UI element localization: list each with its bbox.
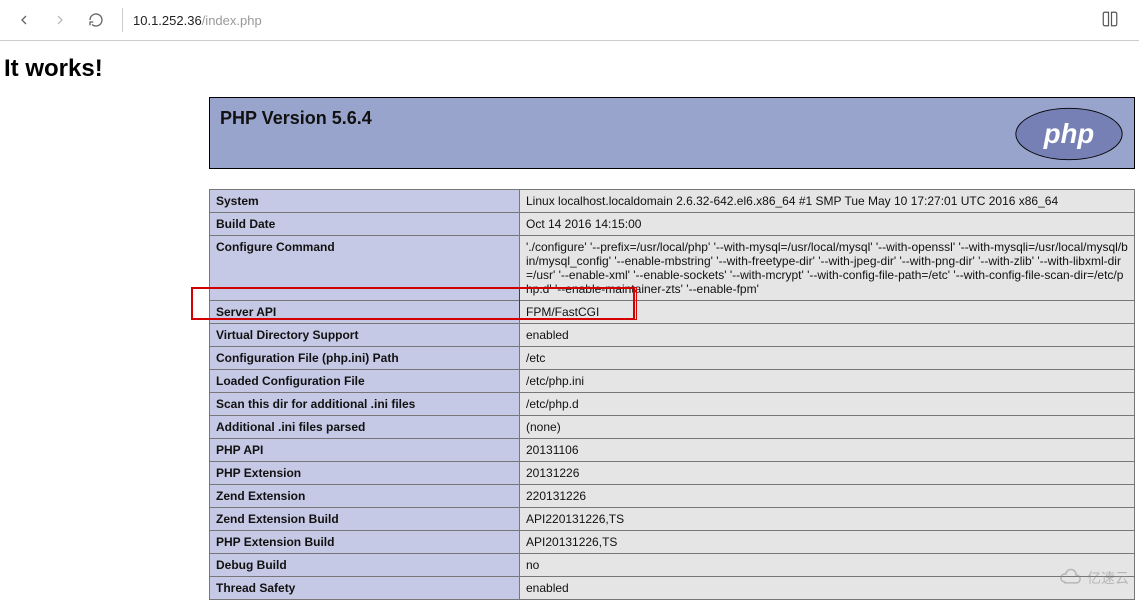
table-row: Configuration File (php.ini) Path/etc: [210, 347, 1135, 370]
php-version-title: PHP Version 5.6.4: [220, 108, 372, 129]
table-row: Thread Safetyenabled: [210, 577, 1135, 600]
phpinfo-header: PHP Version 5.6.4 php: [209, 97, 1135, 169]
info-value: enabled: [520, 577, 1135, 600]
address-bar[interactable]: 10.1.252.36/index.php: [133, 13, 262, 28]
info-key: System: [210, 190, 520, 213]
address-separator: [122, 8, 123, 32]
info-key: PHP API: [210, 439, 520, 462]
table-row: Configure Command'./configure' '--prefix…: [210, 236, 1135, 301]
url-host: 10.1.252.36: [133, 13, 202, 28]
watermark: 亿速云: [1059, 566, 1129, 590]
table-row: PHP API20131106: [210, 439, 1135, 462]
arrow-right-icon: [52, 12, 68, 28]
info-key: Loaded Configuration File: [210, 370, 520, 393]
svg-text:php: php: [1043, 118, 1094, 149]
info-value: Linux localhost.localdomain 2.6.32-642.e…: [520, 190, 1135, 213]
info-key: Build Date: [210, 213, 520, 236]
book-icon: [1101, 10, 1119, 28]
info-value: /etc: [520, 347, 1135, 370]
info-value: (none): [520, 416, 1135, 439]
info-value: 20131106: [520, 439, 1135, 462]
refresh-icon: [88, 12, 104, 28]
table-row: Virtual Directory Supportenabled: [210, 324, 1135, 347]
info-key: Scan this dir for additional .ini files: [210, 393, 520, 416]
info-key: Server API: [210, 301, 520, 324]
watermark-text: 亿速云: [1087, 568, 1129, 588]
info-value: /etc/php.d: [520, 393, 1135, 416]
arrow-left-icon: [16, 12, 32, 28]
refresh-button[interactable]: [80, 4, 112, 36]
table-row: SystemLinux localhost.localdomain 2.6.32…: [210, 190, 1135, 213]
info-key: Debug Build: [210, 554, 520, 577]
cloud-icon: [1059, 566, 1083, 590]
table-row: Scan this dir for additional .ini files/…: [210, 393, 1135, 416]
info-value: API220131226,TS: [520, 508, 1135, 531]
info-key: PHP Extension: [210, 462, 520, 485]
info-value: 20131226: [520, 462, 1135, 485]
info-value: Oct 14 2016 14:15:00: [520, 213, 1135, 236]
info-key: Additional .ini files parsed: [210, 416, 520, 439]
back-button[interactable]: [8, 4, 40, 36]
table-row: Debug Buildno: [210, 554, 1135, 577]
table-row: Zend Extension BuildAPI220131226,TS: [210, 508, 1135, 531]
info-key: Virtual Directory Support: [210, 324, 520, 347]
page-title: It works!: [4, 55, 1135, 83]
table-row: PHP Extension20131226: [210, 462, 1135, 485]
toolbar-right-icons: [1101, 10, 1131, 31]
info-key: Configuration File (php.ini) Path: [210, 347, 520, 370]
info-key: PHP Extension Build: [210, 531, 520, 554]
table-row: Zend Extension220131226: [210, 485, 1135, 508]
reading-view-button[interactable]: [1101, 10, 1119, 31]
table-row: Loaded Configuration File/etc/php.ini: [210, 370, 1135, 393]
info-key: Configure Command: [210, 236, 520, 301]
info-value: /etc/php.ini: [520, 370, 1135, 393]
info-value: FPM/FastCGI: [520, 301, 1135, 324]
info-key: Thread Safety: [210, 577, 520, 600]
forward-button[interactable]: [44, 4, 76, 36]
info-key: Zend Extension: [210, 485, 520, 508]
phpinfo-container: PHP Version 5.6.4 php SystemLinux localh…: [209, 97, 1135, 600]
info-value: API20131226,TS: [520, 531, 1135, 554]
phpinfo-table: SystemLinux localhost.localdomain 2.6.32…: [209, 189, 1135, 600]
info-value: './configure' '--prefix=/usr/local/php' …: [520, 236, 1135, 301]
info-key: Zend Extension Build: [210, 508, 520, 531]
php-logo: php: [1014, 106, 1124, 162]
table-row: PHP Extension BuildAPI20131226,TS: [210, 531, 1135, 554]
table-row: Additional .ini files parsed(none): [210, 416, 1135, 439]
table-row: Build DateOct 14 2016 14:15:00: [210, 213, 1135, 236]
info-value: 220131226: [520, 485, 1135, 508]
browser-toolbar: 10.1.252.36/index.php: [0, 0, 1139, 41]
info-value: no: [520, 554, 1135, 577]
table-row: Server APIFPM/FastCGI: [210, 301, 1135, 324]
info-value: enabled: [520, 324, 1135, 347]
page-content: It works! PHP Version 5.6.4 php SystemLi…: [0, 41, 1139, 600]
php-logo-icon: php: [1014, 106, 1124, 162]
url-path: /index.php: [202, 13, 262, 28]
